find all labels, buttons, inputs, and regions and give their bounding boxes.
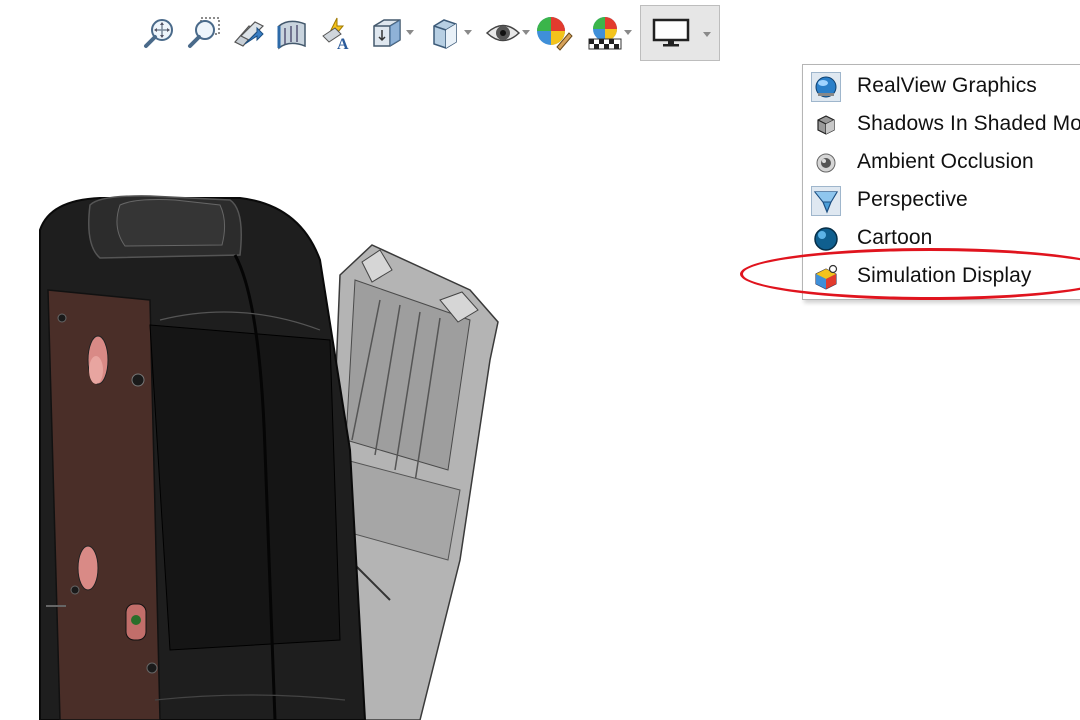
svg-text:A: A: [337, 36, 349, 50]
previous-view-icon: [234, 21, 265, 47]
menu-item-ambient-occlusion[interactable]: Ambient Occlusion: [803, 144, 1080, 180]
ambient-occlusion-icon: [811, 148, 841, 178]
menu-item-label: Shadows In Shaded Mo: [857, 112, 1080, 135]
menu-item-label: Simulation Display: [857, 264, 1032, 287]
scene-icon: [588, 17, 622, 50]
eye-icon: [485, 24, 521, 42]
chevron-down-icon: [522, 30, 530, 35]
device-body: [39, 195, 367, 720]
shadow-cube-icon: [811, 110, 841, 140]
simulation-display-icon: [811, 262, 841, 292]
edit-appearance-button[interactable]: [532, 8, 576, 58]
zoom-to-fit-button[interactable]: [138, 8, 182, 58]
menu-item-label: Ambient Occlusion: [857, 150, 1034, 173]
view-orientation-button[interactable]: [358, 8, 416, 58]
dynamic-annotation-icon: A: [322, 17, 349, 50]
menu-item-label: Cartoon: [857, 226, 933, 249]
apply-scene-button[interactable]: [576, 8, 634, 58]
menu-item-label: Perspective: [857, 188, 968, 211]
menu-item-shadows-in-shaded-mode[interactable]: Shadows In Shaded Mo: [803, 106, 1080, 142]
heads-up-view-toolbar: A: [138, 5, 720, 61]
realview-globe-icon: [811, 72, 841, 102]
menu-item-perspective[interactable]: Perspective: [803, 182, 1080, 218]
zoom-to-area-button[interactable]: [182, 8, 226, 58]
display-style-icon: [433, 19, 457, 49]
section-view-icon: [277, 20, 306, 50]
menu-item-label: RealView Graphics: [857, 74, 1037, 97]
previous-view-button[interactable]: [226, 8, 270, 58]
menu-item-cartoon[interactable]: Cartoon: [803, 220, 1080, 256]
chevron-down-icon: [406, 30, 414, 35]
perspective-icon: [811, 186, 841, 216]
menu-item-simulation-display[interactable]: Simulation Display: [803, 258, 1080, 294]
chevron-down-icon: [464, 30, 472, 35]
monitor-icon: [652, 18, 690, 47]
zoom-to-area-icon: [188, 17, 220, 48]
dynamic-annotation-button[interactable]: A: [314, 8, 358, 58]
view-settings-menu: RealView Graphics Shadows In Shaded Mo A…: [802, 64, 1080, 300]
hide-show-items-button[interactable]: [474, 8, 532, 58]
cartoon-sphere-icon: [811, 224, 841, 254]
appearance-icon: [537, 17, 573, 51]
lid-part: [329, 244, 499, 720]
chevron-down-icon: [703, 32, 711, 37]
section-view-button[interactable]: [270, 8, 314, 58]
view-orientation-icon: [373, 19, 401, 47]
chevron-down-icon: [624, 30, 632, 35]
menu-item-realview-graphics[interactable]: RealView Graphics: [803, 68, 1080, 104]
zoom-to-fit-icon: [144, 19, 173, 48]
view-settings-button[interactable]: [640, 5, 720, 61]
display-style-button[interactable]: [416, 8, 474, 58]
